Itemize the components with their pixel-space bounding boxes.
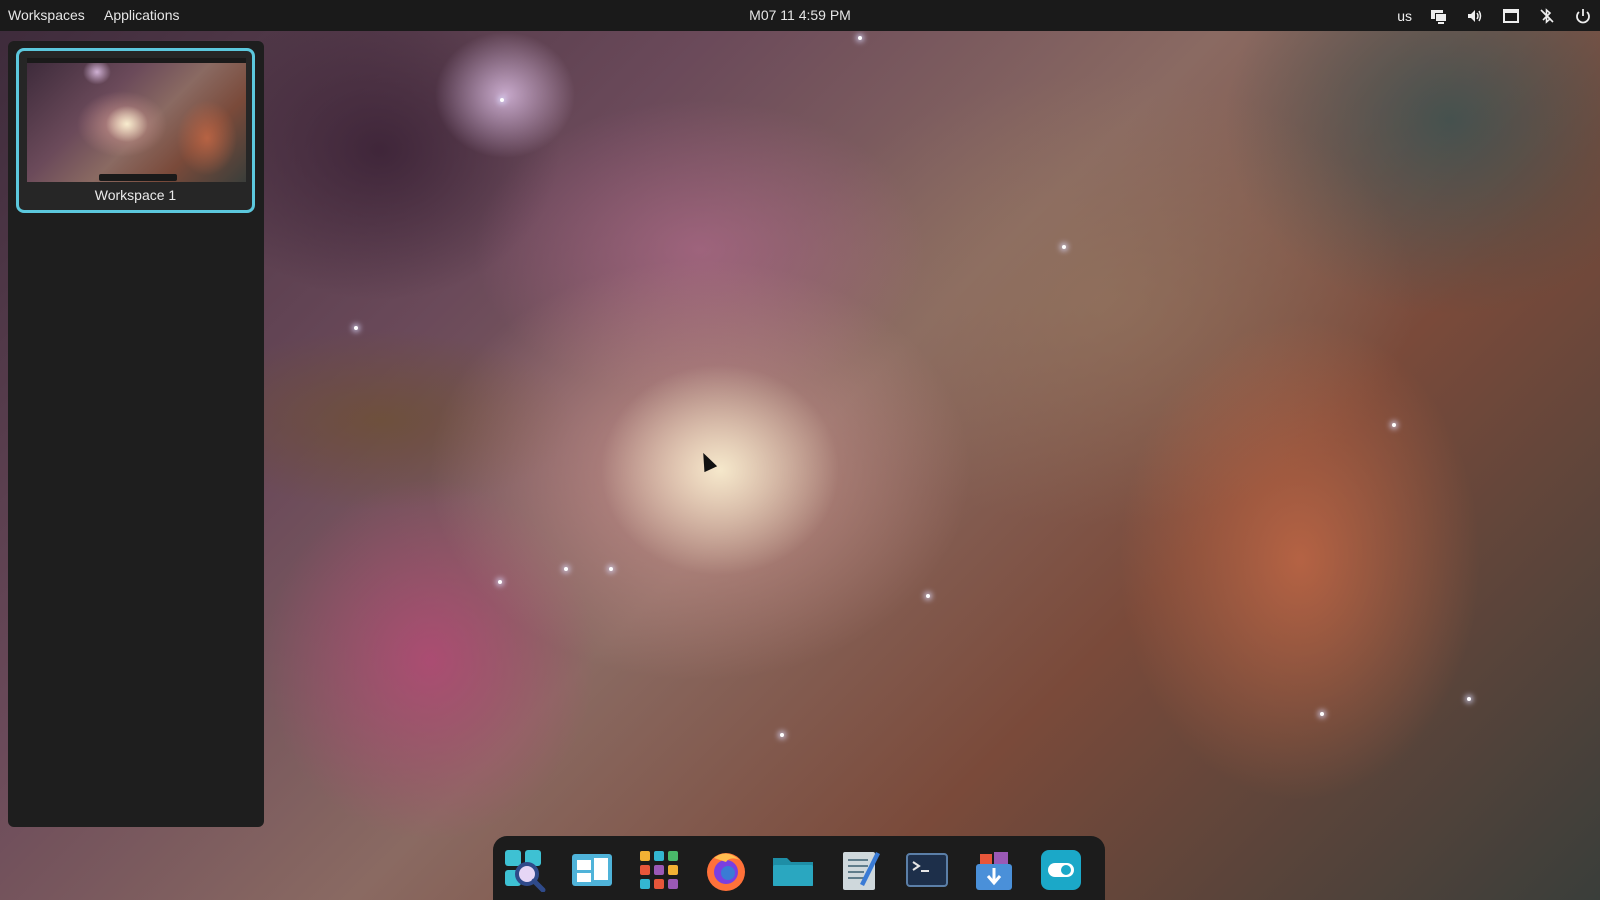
keyboard-layout-indicator[interactable]: us: [1397, 8, 1412, 24]
firefox-icon[interactable]: [704, 848, 748, 892]
screenshot-icon[interactable]: [1502, 8, 1520, 24]
files-folder-icon[interactable]: [771, 848, 815, 892]
search-app-icon[interactable]: [503, 848, 547, 892]
app-grid-icon[interactable]: [637, 848, 681, 892]
terminal-icon[interactable]: [905, 848, 949, 892]
star: [354, 326, 358, 330]
volume-icon[interactable]: [1466, 8, 1484, 24]
clock[interactable]: M07 11 4:59 PM: [0, 0, 1600, 31]
power-icon[interactable]: [1574, 8, 1592, 24]
star: [498, 580, 502, 584]
system-tray: us: [1397, 0, 1592, 31]
window-manager-icon[interactable]: [570, 848, 614, 892]
applications-menu[interactable]: Applications: [104, 0, 180, 31]
installer-icon[interactable]: [972, 848, 1016, 892]
display-icon[interactable]: [1430, 8, 1448, 24]
star: [500, 98, 504, 102]
settings-toggle-icon[interactable]: [1039, 848, 1083, 892]
top-bar: Workspaces Applications M07 11 4:59 PM u…: [0, 0, 1600, 31]
star: [780, 733, 784, 737]
workspace-thumbnail[interactable]: Workspace 1: [16, 48, 255, 213]
workspaces-menu[interactable]: Workspaces: [8, 0, 85, 31]
star: [564, 567, 568, 571]
star: [858, 36, 862, 40]
mouse-cursor: [696, 449, 718, 473]
star: [1392, 423, 1396, 427]
star: [1320, 712, 1324, 716]
preview-topbar: [27, 58, 246, 63]
star: [1062, 245, 1066, 249]
dock: [493, 836, 1105, 900]
preview-dock: [99, 174, 177, 181]
star: [609, 567, 613, 571]
workspace-label: Workspace 1: [94, 187, 177, 203]
bluetooth-off-icon[interactable]: [1538, 7, 1556, 24]
workspace-preview: [27, 58, 246, 182]
workspaces-panel: Workspace 1: [8, 41, 264, 827]
text-editor-icon[interactable]: [838, 848, 882, 892]
star: [1467, 697, 1471, 701]
star: [926, 594, 930, 598]
